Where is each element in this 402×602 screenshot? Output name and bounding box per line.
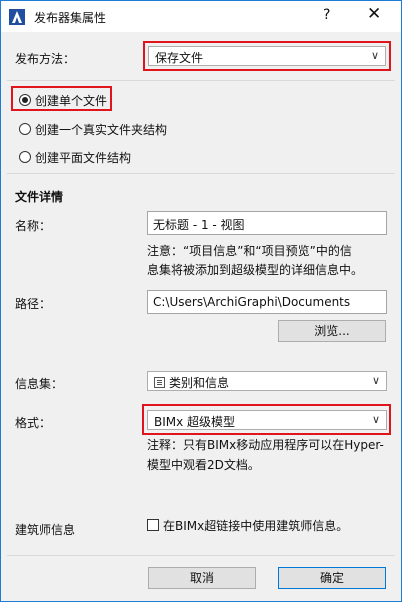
chevron-down-icon: ∨ [371,374,380,387]
path-label: 路径： [15,297,52,311]
info-set-select[interactable]: 类别和信息 ∨ [147,371,387,391]
architect-info-checkbox[interactable] [147,519,159,531]
highlight-box [143,41,391,71]
divider [7,80,395,81]
format-note-line1: 注释：只有BIMx移动应用程序可以在Hyper- [147,438,384,452]
name-label: 名称： [15,219,52,233]
divider [7,555,395,556]
dialog-title: 发布器集属性 [34,11,107,25]
highlight-box [142,404,391,435]
browse-button[interactable]: 浏览... [278,320,386,342]
archicad-app-icon [9,9,25,25]
radio-flat-structure-label[interactable]: 创建平面文件结构 [35,149,131,166]
close-icon[interactable]: ✕ [367,4,381,24]
list-icon [154,377,165,388]
help-icon[interactable]: ? [323,7,330,23]
cancel-button[interactable]: 取消 [148,567,256,589]
radio-real-folder-structure[interactable] [19,123,31,135]
format-note-line2: 模型中观看2D文档。 [147,458,260,472]
radio-flat-structure[interactable] [19,151,31,163]
publish-method-label: 发布方法： [15,52,76,66]
highlight-box [11,86,112,111]
ok-button[interactable]: 确定 [278,567,386,589]
name-value: 无标题 - 1 - 视图 [153,218,245,232]
info-set-label: 信息集： [15,377,64,391]
file-details-heading: 文件详情 [15,190,64,204]
note-text-line2: 息集将被添加到超级模型的详细信息中。 [147,263,364,277]
format-label: 格式： [15,416,52,430]
info-set-value-wrap: 类别和信息 [154,374,229,391]
architect-info-checkbox-label[interactable]: 在BIMx超链接中使用建筑师信息。 [163,517,348,534]
note-text-line1: 注意：“项目信息”和“项目预览”中的信 [147,244,352,258]
name-input[interactable]: 无标题 - 1 - 视图 [147,211,387,235]
radio-real-folder-structure-label[interactable]: 创建一个真实文件夹结构 [35,121,167,138]
info-set-value: 类别和信息 [169,376,230,390]
divider [7,173,395,174]
dialog-window: 发布器集属性 ? ✕ 发布方法： 保存文件 ∨ 创建单个文件 创建一个真实文件夹… [0,0,402,602]
architect-info-label: 建筑师信息 [15,523,76,537]
title-bar: 发布器集属性 ? ✕ [1,1,401,32]
path-input[interactable]: C:\Users\ArchiGraphi\Documents [147,290,387,314]
path-value: C:\Users\ArchiGraphi\Documents [153,295,351,309]
